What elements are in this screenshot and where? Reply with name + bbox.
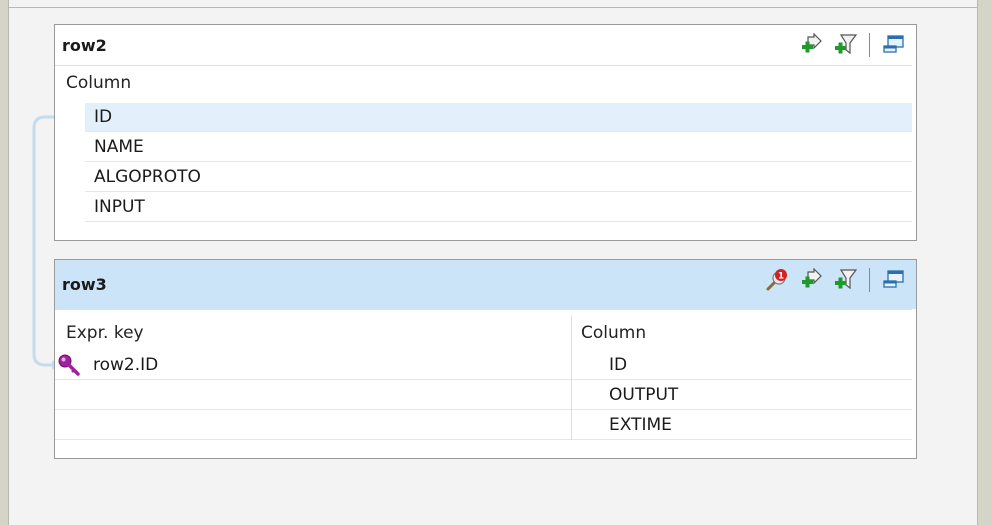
column-header: Column (66, 73, 132, 93)
column-name: NAME (94, 137, 144, 157)
search-warning-icon[interactable]: 1 (765, 268, 789, 292)
table-row[interactable]: ID (85, 103, 912, 132)
expr-key-value[interactable]: row2.ID (81, 355, 158, 375)
expr-key-row[interactable] (55, 381, 571, 410)
column-name: OUTPUT (609, 385, 679, 405)
table-row[interactable]: NAME (85, 133, 912, 162)
expr-key-header: Expr. key (66, 323, 144, 343)
table-row[interactable]: EXTIME (572, 411, 912, 440)
table-row[interactable]: OUTPUT (572, 381, 912, 410)
input-table-row2[interactable]: row2 Column ID NAME ALGOPROTO INPUT (54, 24, 917, 241)
panel-header: row2 (55, 25, 916, 65)
toolbar-separator (869, 33, 870, 57)
add-filter-icon[interactable] (833, 33, 857, 57)
panel-title: row2 (62, 35, 107, 55)
column-header: Column (581, 323, 647, 343)
panel-title: row3 (62, 275, 107, 294)
add-input-icon[interactable] (799, 33, 823, 57)
column-name: ALGOPROTO (94, 167, 201, 187)
join-table: Expr. key Column row2.ID ID OUTPUT EXTIM… (55, 309, 912, 440)
column-name: INPUT (94, 197, 145, 217)
column-name: ID (94, 107, 113, 127)
panel-toolbar: 1 (765, 268, 906, 292)
toolbar-separator (869, 268, 870, 292)
panel-toolbar (799, 33, 906, 57)
lookup-table-row3[interactable]: row3 1 Expr. key Column row2.ID ID OUTPU… (54, 259, 917, 459)
top-strip (8, 0, 978, 8)
minimize-icon[interactable] (882, 33, 906, 57)
table-row[interactable]: ID (572, 351, 912, 380)
column-name: ID (609, 355, 628, 375)
table-row[interactable]: ALGOPROTO (85, 163, 912, 192)
table-row[interactable]: INPUT (85, 193, 912, 222)
key-icon (58, 354, 80, 376)
minimize-icon[interactable] (882, 268, 906, 292)
column-name: EXTIME (609, 415, 672, 435)
expr-key-row[interactable]: row2.ID (55, 351, 571, 380)
warning-badge: 1 (778, 272, 784, 282)
add-input-icon[interactable] (799, 268, 823, 292)
add-filter-icon[interactable] (833, 268, 857, 292)
column-table: Column ID NAME ALGOPROTO INPUT (55, 65, 912, 236)
expr-key-row[interactable] (55, 411, 571, 440)
